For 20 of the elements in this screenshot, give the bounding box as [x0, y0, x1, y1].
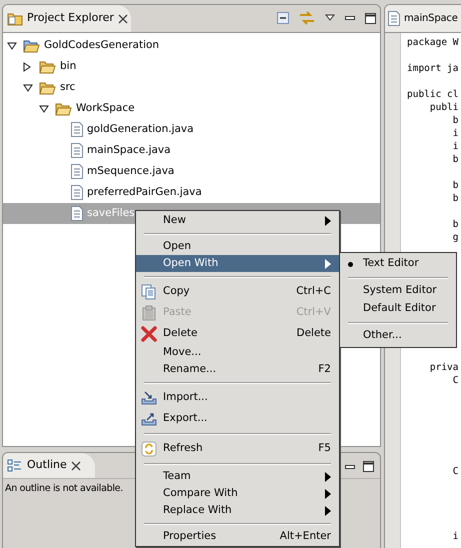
- code-line: import ja: [407, 62, 458, 75]
- code-line: b: [452, 192, 458, 205]
- code-line: C: [452, 465, 458, 478]
- code-line: public cl: [407, 88, 458, 101]
- code-line: b: [452, 153, 458, 166]
- code-line: priva: [430, 361, 458, 374]
- code-line: b: [452, 179, 458, 192]
- outline-message: An outline is not available.: [5, 482, 123, 496]
- code-line: b: [452, 114, 458, 127]
- code-line: i: [452, 140, 458, 153]
- code-line: g: [452, 231, 458, 244]
- code-line: package W: [407, 36, 458, 49]
- code-line: i: [452, 127, 458, 140]
- tab-title: Outline: [27, 457, 67, 474]
- code-line: b: [452, 218, 458, 231]
- code-line: C: [452, 374, 458, 387]
- tab-title: mainSpace: [404, 12, 458, 26]
- code-line: publi: [430, 101, 458, 114]
- code-line: i: [452, 530, 458, 543]
- tab-title: Project Explorer: [27, 10, 114, 26]
